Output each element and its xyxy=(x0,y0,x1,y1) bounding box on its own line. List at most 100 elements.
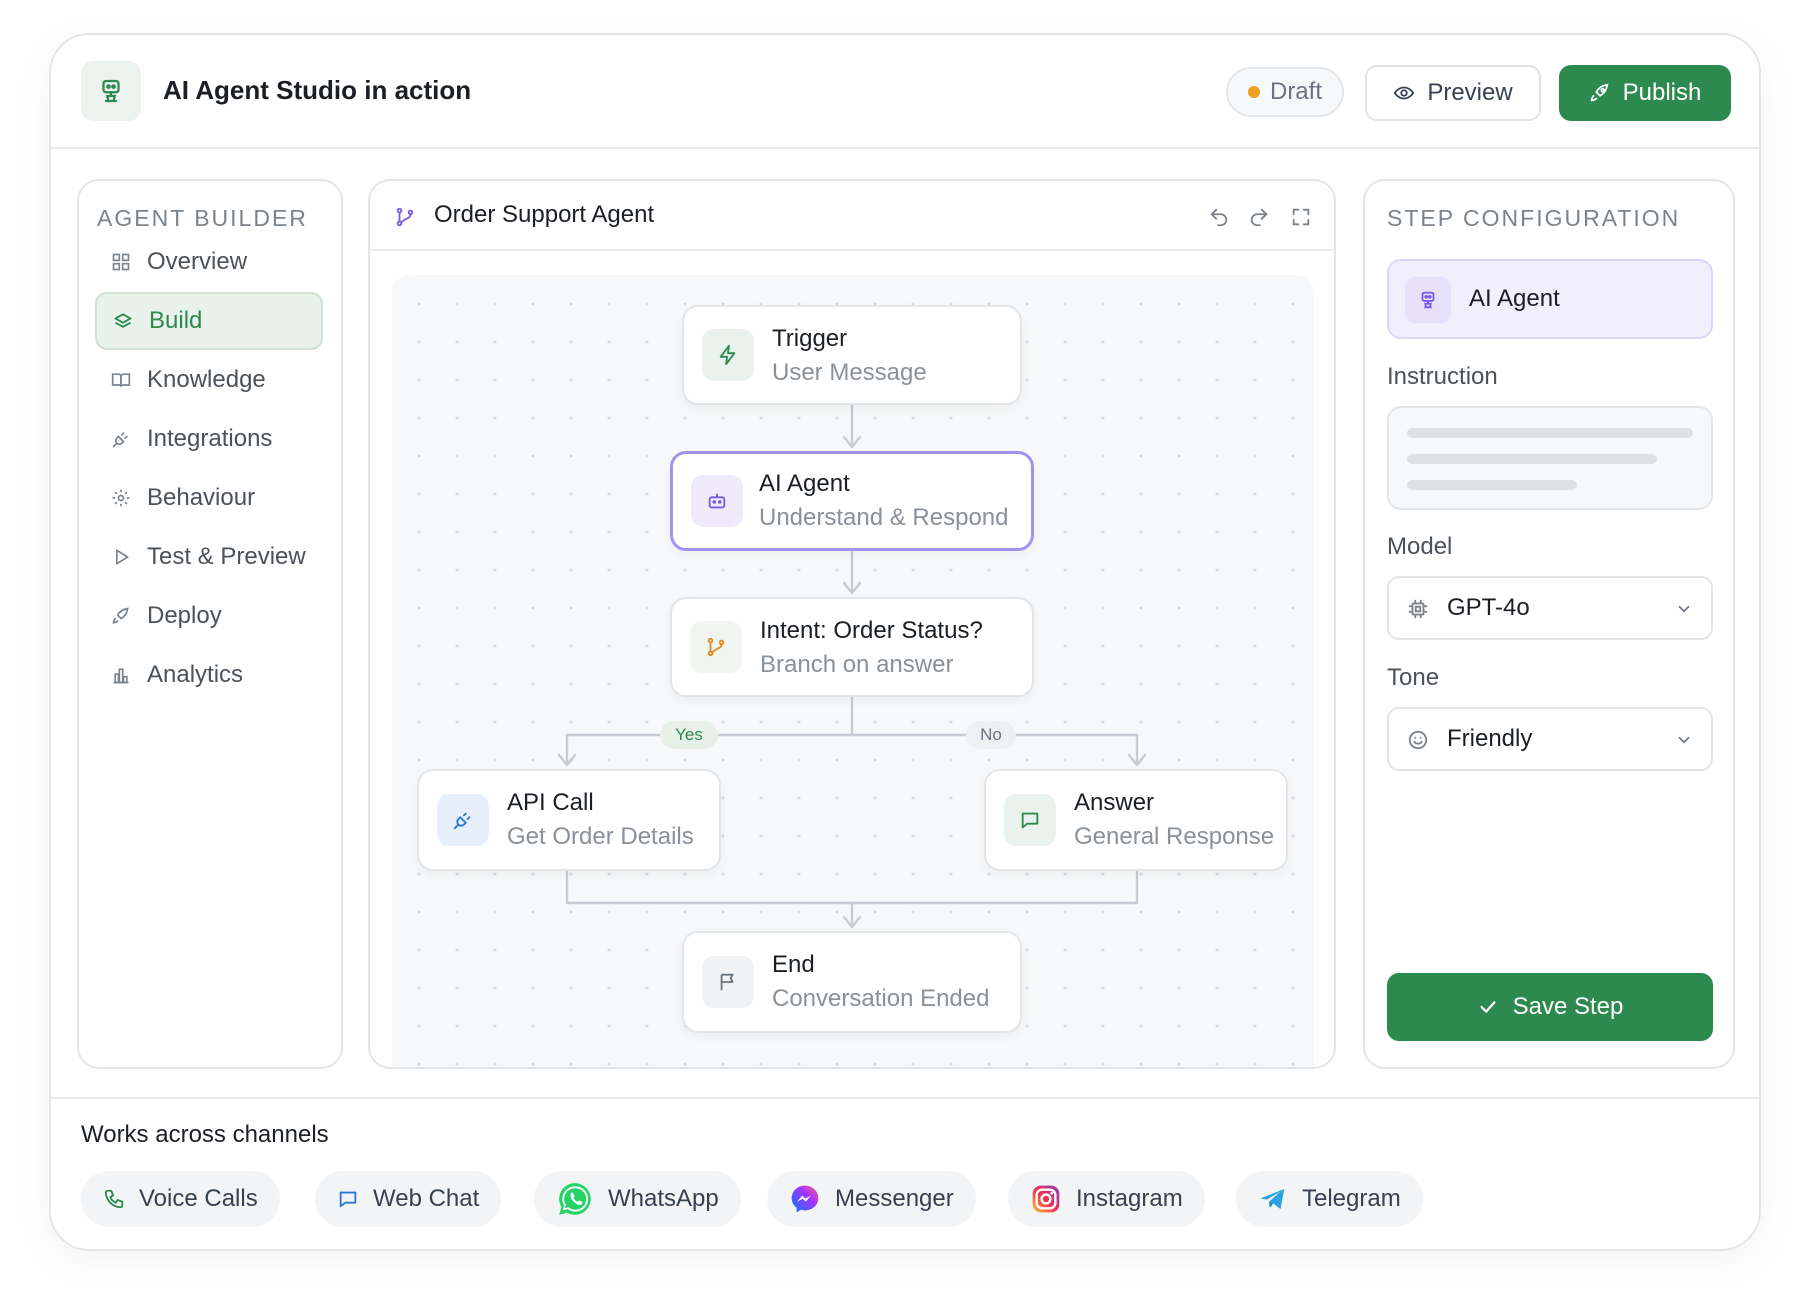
sidebar-item-label: Build xyxy=(149,307,203,334)
book-icon xyxy=(111,373,131,387)
sidebar-item-label: Knowledge xyxy=(147,366,266,393)
instruction-textarea[interactable] xyxy=(1387,406,1713,510)
node-trigger[interactable]: Trigger User Message xyxy=(682,305,1022,405)
channel-label: WhatsApp xyxy=(608,1185,719,1212)
sidebar-item-behaviour[interactable]: Behaviour xyxy=(95,469,323,527)
node-subtitle: General Response xyxy=(1074,823,1275,850)
flag-icon xyxy=(702,956,754,1008)
sidebar-item-test-preview[interactable]: Test & Preview xyxy=(95,528,323,586)
robot-icon xyxy=(81,61,141,121)
node-api-call[interactable]: API Call Get Order Details xyxy=(417,769,721,871)
channel-whatsapp[interactable]: WhatsApp xyxy=(534,1171,741,1227)
check-icon xyxy=(1480,1001,1496,1013)
placeholder-line xyxy=(1407,480,1577,490)
gear-icon xyxy=(112,489,130,507)
plug-icon xyxy=(112,432,128,448)
workflow-canvas-panel: Order Support Agent Yes No Trigger User … xyxy=(368,179,1336,1069)
node-title: End xyxy=(772,951,815,978)
node-subtitle: Branch on answer xyxy=(760,651,954,678)
whatsapp-icon xyxy=(559,1183,591,1215)
save-step-button[interactable]: Save Step xyxy=(1387,973,1713,1041)
model-label: Model xyxy=(1387,533,1453,560)
save-label: Save Step xyxy=(1512,993,1624,1020)
grid-icon xyxy=(112,253,130,271)
channel-label: Messenger xyxy=(835,1185,954,1212)
page-title: AI Agent Studio in action xyxy=(163,75,472,105)
redo-icon[interactable] xyxy=(1248,206,1270,228)
placeholder-line xyxy=(1407,428,1693,438)
sidebar-item-integrations[interactable]: Integrations xyxy=(95,410,323,468)
channels-title: Works across channels xyxy=(81,1121,329,1148)
sidebar-item-overview[interactable]: Overview xyxy=(95,233,323,291)
smile-icon xyxy=(1408,730,1428,750)
node-answer[interactable]: Answer General Response xyxy=(984,769,1288,871)
rocket-icon xyxy=(1590,83,1609,102)
instruction-label: Instruction xyxy=(1387,363,1498,390)
preview-label: Preview xyxy=(1427,79,1513,106)
channel-label: Telegram xyxy=(1302,1185,1401,1212)
chat-icon xyxy=(339,1191,357,1208)
placeholder-line xyxy=(1407,454,1657,464)
sidebar-item-label: Deploy xyxy=(147,602,222,629)
top-header: AI Agent Studio in action Draft Preview … xyxy=(51,35,1759,149)
channels-footer: Works across channels Voice Calls Web Ch… xyxy=(51,1097,1759,1249)
node-title: Intent: Order Status? xyxy=(760,617,983,644)
phone-icon xyxy=(104,1189,124,1209)
tone-select[interactable]: Friendly xyxy=(1387,707,1713,771)
draft-label: Draft xyxy=(1269,78,1322,105)
messenger-icon xyxy=(791,1185,819,1213)
model-select[interactable]: GPT-4o xyxy=(1387,576,1713,640)
tone-label: Tone xyxy=(1387,664,1440,691)
channel-instagram[interactable]: Instagram xyxy=(1008,1171,1205,1227)
app-window: AI Agent Studio in action Draft Preview … xyxy=(49,33,1761,1251)
node-subtitle: Conversation Ended xyxy=(772,985,990,1012)
node-title: Trigger xyxy=(772,325,848,352)
node-intent-order-status[interactable]: Intent: Order Status? Branch on answer xyxy=(670,597,1034,697)
channel-voice-calls[interactable]: Voice Calls xyxy=(81,1171,280,1227)
agent-builder-sidebar: AGENT BUILDER Overview Build Knowledge I… xyxy=(77,179,343,1069)
rocket-icon xyxy=(112,607,129,624)
node-ai-agent[interactable]: AI Agent Understand & Respond xyxy=(670,451,1034,551)
chevron-down-icon xyxy=(1678,736,1690,744)
step-configuration-panel: STEP CONFIGURATION AI Agent Instruction … xyxy=(1363,179,1735,1069)
channel-telegram[interactable]: Telegram xyxy=(1236,1171,1423,1227)
robot-icon xyxy=(691,475,743,527)
channel-label: Instagram xyxy=(1076,1185,1183,1212)
sidebar-item-analytics[interactable]: Analytics xyxy=(95,646,323,704)
fullscreen-icon[interactable] xyxy=(1290,206,1312,228)
plug-icon xyxy=(437,794,489,846)
node-subtitle: Get Order Details xyxy=(507,823,694,850)
channel-label: Voice Calls xyxy=(139,1185,258,1212)
node-title: API Call xyxy=(507,789,594,816)
chip-icon xyxy=(1408,599,1428,619)
channel-messenger[interactable]: Messenger xyxy=(767,1171,976,1227)
canvas-header: Order Support Agent xyxy=(370,181,1334,251)
branch-yes-label: Yes xyxy=(660,721,718,749)
node-title: AI Agent xyxy=(759,470,850,497)
sidebar-item-build[interactable]: Build xyxy=(95,292,323,350)
instagram-icon xyxy=(1032,1185,1060,1213)
node-title: Answer xyxy=(1074,789,1155,816)
channel-web-chat[interactable]: Web Chat xyxy=(315,1171,502,1227)
branch-icon xyxy=(690,621,742,673)
chevron-down-icon xyxy=(1678,605,1690,613)
node-end[interactable]: End Conversation Ended xyxy=(682,931,1022,1033)
undo-icon[interactable] xyxy=(1208,206,1230,228)
status-dot xyxy=(1247,86,1260,98)
bolt-icon xyxy=(702,329,754,381)
step-name: AI Agent xyxy=(1469,285,1560,312)
sidebar-item-label: Test & Preview xyxy=(147,543,306,570)
tone-value: Friendly xyxy=(1447,725,1533,752)
sidebar-item-knowledge[interactable]: Knowledge xyxy=(95,351,323,409)
preview-button[interactable]: Preview xyxy=(1365,65,1541,121)
sidebar-item-deploy[interactable]: Deploy xyxy=(95,587,323,645)
publish-label: Publish xyxy=(1622,79,1702,106)
bar-chart-icon xyxy=(113,668,129,684)
telegram-icon xyxy=(1260,1189,1285,1209)
flow-canvas[interactable]: Yes No Trigger User Message AI Agent Und… xyxy=(392,275,1314,1067)
draft-status-badge: Draft xyxy=(1226,67,1344,117)
config-section-label: STEP CONFIGURATION xyxy=(1387,205,1681,231)
sidebar-item-label: Analytics xyxy=(147,661,244,688)
publish-button[interactable]: Publish xyxy=(1559,65,1731,121)
chat-icon xyxy=(1004,794,1056,846)
